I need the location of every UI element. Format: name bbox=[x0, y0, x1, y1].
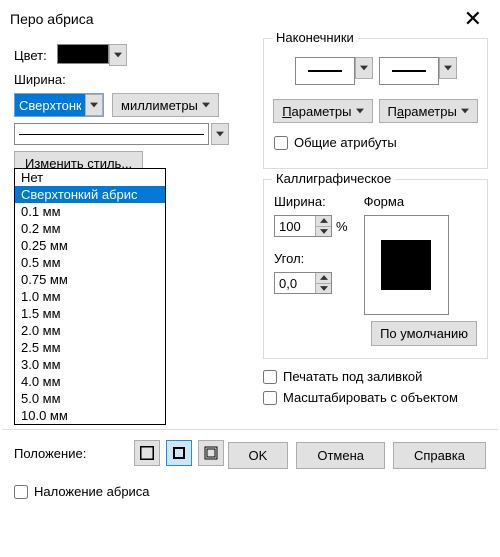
units-button[interactable]: миллиметры bbox=[112, 93, 219, 117]
default-button[interactable]: По умолчанию bbox=[371, 321, 477, 346]
width-option[interactable]: 2.0 мм bbox=[15, 322, 165, 339]
cal-width-down[interactable] bbox=[316, 226, 331, 237]
percent-sign: % bbox=[336, 219, 348, 234]
calligraphic-title: Каллиграфическое bbox=[272, 171, 395, 186]
print-under-checkbox[interactable] bbox=[263, 370, 277, 384]
position-inside[interactable] bbox=[198, 440, 224, 466]
width-option[interactable]: 1.0 мм bbox=[15, 288, 165, 305]
overlay-label: Наложение абриса bbox=[34, 484, 150, 499]
cal-shape-label: Форма bbox=[364, 194, 449, 209]
arrowheads-group: Наконечники Параметры Параметры Общие ат… bbox=[263, 38, 488, 169]
width-option[interactable]: 2.5 мм bbox=[15, 339, 165, 356]
arrow-start-dd[interactable] bbox=[355, 57, 373, 79]
print-under-label: Печатать под заливкой bbox=[283, 369, 422, 384]
shared-attrs-label: Общие атрибуты bbox=[294, 135, 397, 150]
position-outside[interactable] bbox=[134, 440, 160, 466]
width-option[interactable]: Нет bbox=[15, 169, 165, 186]
cal-width-up[interactable] bbox=[316, 216, 331, 226]
width-label: Ширина: bbox=[14, 72, 66, 87]
scale-with-checkbox[interactable] bbox=[263, 391, 277, 405]
width-option[interactable]: Сверхтонкий абрис bbox=[15, 186, 165, 203]
width-option[interactable]: 0.5 мм bbox=[15, 254, 165, 271]
width-input[interactable] bbox=[15, 94, 85, 116]
width-option[interactable]: 0.1 мм bbox=[15, 203, 165, 220]
width-option[interactable]: 1.5 мм bbox=[15, 305, 165, 322]
help-button[interactable]: Справка bbox=[393, 442, 486, 469]
color-label: Цвет: bbox=[14, 48, 47, 63]
scale-with-label: Масштабировать с объектом bbox=[283, 390, 458, 405]
cal-angle-label: Угол: bbox=[274, 251, 348, 266]
overlay-checkbox[interactable] bbox=[14, 485, 28, 499]
arrow-end-params[interactable]: Параметры bbox=[379, 99, 478, 123]
arrow-end[interactable] bbox=[379, 57, 439, 85]
position-center[interactable] bbox=[166, 440, 192, 466]
width-option[interactable]: 0.2 мм bbox=[15, 220, 165, 237]
shared-attrs-checkbox[interactable] bbox=[274, 136, 288, 150]
cancel-button[interactable]: Отмена bbox=[296, 442, 385, 469]
units-label: миллиметры bbox=[121, 98, 198, 113]
line-style-combo[interactable] bbox=[14, 123, 209, 145]
color-dropdown-arrow[interactable] bbox=[109, 44, 127, 66]
cal-angle-input[interactable] bbox=[275, 273, 315, 293]
cal-angle-down[interactable] bbox=[316, 283, 331, 294]
width-option[interactable]: 0.75 мм bbox=[15, 271, 165, 288]
arrowheads-title: Наконечники bbox=[272, 30, 358, 45]
ok-button[interactable]: OK bbox=[228, 442, 289, 469]
cal-width-input[interactable] bbox=[275, 216, 315, 236]
cal-shape-preview bbox=[364, 215, 449, 315]
dialog-title: Перо абриса bbox=[10, 11, 94, 27]
cal-width-label: Ширина: bbox=[274, 194, 348, 209]
position-label: Положение: bbox=[14, 446, 128, 461]
width-option[interactable]: 4.0 мм bbox=[15, 373, 165, 390]
color-swatch[interactable] bbox=[57, 44, 109, 64]
calligraphic-group: Каллиграфическое Ширина: % Угол: bbox=[263, 179, 488, 359]
cal-width-spin[interactable] bbox=[274, 215, 332, 237]
width-dropdown-arrow[interactable] bbox=[85, 94, 103, 116]
width-option[interactable]: 3.0 мм bbox=[15, 356, 165, 373]
arrow-end-dd[interactable] bbox=[439, 57, 457, 79]
arrow-start[interactable] bbox=[295, 57, 355, 85]
arrow-start-params[interactable]: Параметры bbox=[273, 99, 372, 123]
width-option[interactable]: 10.0 мм bbox=[15, 407, 165, 424]
width-dropdown-list[interactable]: НетСверхтонкий абрис0.1 мм0.2 мм0.25 мм0… bbox=[14, 168, 166, 425]
cal-angle-up[interactable] bbox=[316, 273, 331, 283]
line-style-arrow[interactable] bbox=[211, 123, 229, 145]
width-option[interactable]: 5.0 мм bbox=[15, 390, 165, 407]
width-option[interactable]: 0.25 мм bbox=[15, 237, 165, 254]
close-icon[interactable]: ✕ bbox=[456, 8, 490, 30]
cal-angle-spin[interactable] bbox=[274, 272, 332, 294]
width-combo[interactable] bbox=[14, 93, 104, 117]
